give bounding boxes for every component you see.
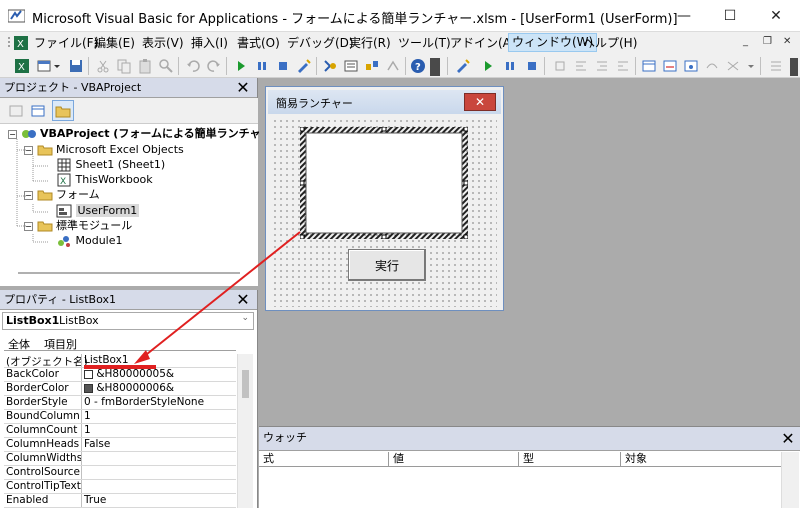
annotation-arrow	[134, 231, 301, 364]
